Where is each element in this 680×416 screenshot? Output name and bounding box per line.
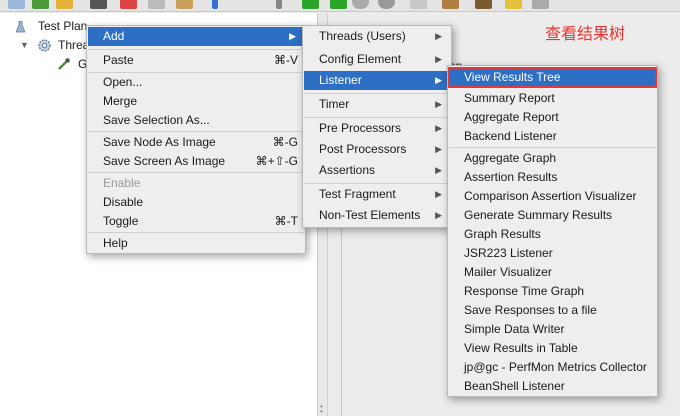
start-icon[interactable] [302, 0, 319, 9]
menu-item-backend-listener[interactable]: Backend Listener [449, 127, 656, 146]
menu-item-help[interactable]: Help [88, 234, 304, 253]
menu-item-simple-data-writer[interactable]: Simple Data Writer [449, 320, 656, 339]
toggle-icon[interactable] [276, 0, 282, 9]
menu-item-view-results-tree[interactable]: View Results Tree [448, 67, 657, 88]
clear-all-icon[interactable] [442, 0, 459, 9]
menu-item-beanshell-listener[interactable]: BeanShell Listener [449, 377, 656, 396]
menu-item-open[interactable]: Open... [88, 73, 304, 92]
menu-item-aggregate-report[interactable]: Aggregate Report [449, 108, 656, 127]
menu-separator [88, 232, 304, 233]
new-icon[interactable] [8, 0, 25, 9]
menu-item-save-responses[interactable]: Save Responses to a file [449, 301, 656, 320]
sampler-pipette-icon [57, 57, 71, 76]
submenu-arrow-icon: ▶ [435, 99, 442, 109]
toolbar [0, 0, 680, 12]
listener-submenu: View Results Tree Summary Report Aggrega… [447, 65, 658, 397]
menu-item-generate-summary-results[interactable]: Generate Summary Results [449, 206, 656, 225]
tree-node-label: Threa [58, 38, 90, 52]
splitter-grip-icon: • • [320, 402, 323, 416]
menu-item-graph-results[interactable]: Graph Results [449, 225, 656, 244]
paste-icon[interactable] [176, 0, 193, 9]
menu-item-aggregate-graph[interactable]: Aggregate Graph [449, 149, 656, 168]
menu-separator [304, 93, 450, 94]
menu-separator [88, 172, 304, 173]
templates-icon[interactable] [32, 0, 49, 9]
open-icon[interactable] [56, 0, 73, 9]
menu-item-post-processors[interactable]: Post Processors ▶ [304, 140, 450, 159]
save-icon[interactable] [90, 0, 107, 9]
submenu-arrow-icon: ▶ [435, 31, 442, 41]
submenu-arrow-icon: ▶ [435, 75, 442, 85]
menu-item-enable: Enable [103, 176, 141, 190]
cut-icon[interactable] [120, 0, 137, 9]
search-icon[interactable] [475, 0, 492, 9]
menu-item-perfmon-collector[interactable]: jp@gc - PerfMon Metrics Collector [449, 358, 656, 377]
submenu-arrow-icon: ▶ [435, 165, 442, 175]
expand-icon[interactable] [212, 0, 218, 9]
menu-item-assertion-results[interactable]: Assertion Results [449, 168, 656, 187]
stop-icon[interactable] [352, 0, 369, 9]
start-no-pause-icon[interactable] [330, 0, 347, 9]
menu-item-timer[interactable]: Timer ▶ [304, 95, 450, 114]
submenu-arrow-icon: ▶ [435, 54, 442, 64]
submenu-arrow-icon: ▶ [435, 144, 442, 154]
shutdown-icon[interactable] [378, 0, 395, 9]
menu-item-response-time-graph[interactable]: Response Time Graph [449, 282, 656, 301]
menu-separator [304, 183, 450, 184]
menu-item-save-node-image[interactable]: Save Node As Image ⌘-G [88, 133, 304, 152]
menu-item-listener[interactable]: Listener ▶ [304, 71, 450, 90]
copy-icon[interactable] [148, 0, 165, 9]
submenu-arrow-icon: ▶ [435, 210, 442, 220]
tree-node-label: Test Plan [38, 19, 88, 33]
test-plan-icon [15, 20, 26, 33]
menu-item-add[interactable]: Add ▶ [88, 27, 304, 46]
menu-item-mailer-visualizer[interactable]: Mailer Visualizer [449, 263, 656, 282]
function-helper-icon[interactable] [532, 0, 549, 9]
menu-item-jsr223-listener[interactable]: JSR223 Listener [449, 244, 656, 263]
submenu-arrow-icon: ▶ [435, 189, 442, 199]
menu-item-comparison-assertion-visualizer[interactable]: Comparison Assertion Visualizer [449, 187, 656, 206]
menu-separator [304, 117, 450, 118]
menu-item-assertions[interactable]: Assertions ▶ [304, 161, 450, 180]
annotation-label: 查看结果树 [545, 24, 626, 43]
menu-item-non-test-elements[interactable]: Non-Test Elements ▶ [304, 206, 450, 225]
menu-item-merge[interactable]: Merge [88, 92, 304, 111]
context-menu: Add ▶ Paste ⌘-V Open... Merge Save Selec… [86, 25, 306, 254]
expand-triangle-icon[interactable]: ▼ [20, 36, 29, 54]
menu-item-toggle[interactable]: Toggle ⌘-T [88, 212, 304, 231]
menu-item-disable[interactable]: Disable [88, 193, 304, 212]
clear-icon[interactable] [410, 0, 427, 9]
menu-separator [449, 147, 656, 148]
reset-search-icon[interactable] [505, 0, 522, 9]
menu-item-test-fragment[interactable]: Test Fragment ▶ [304, 185, 450, 204]
menu-item-pre-processors[interactable]: Pre Processors ▶ [304, 119, 450, 138]
menu-item-view-results-table[interactable]: View Results in Table [449, 339, 656, 358]
menu-item-paste[interactable]: Paste ⌘-V [88, 51, 304, 70]
add-submenu: Threads (Users) ▶ Config Element ▶ Liste… [302, 25, 452, 228]
menu-item-save-selection[interactable]: Save Selection As... [88, 111, 304, 130]
menu-item-threads[interactable]: Threads (Users) ▶ [304, 27, 450, 46]
menu-separator [88, 49, 304, 50]
menu-item-save-screen-image[interactable]: Save Screen As Image ⌘+⇧-G [88, 152, 304, 171]
menu-separator [88, 131, 304, 132]
submenu-arrow-icon: ▶ [289, 31, 296, 41]
menu-item-config-element[interactable]: Config Element ▶ [304, 50, 450, 69]
menu-item-summary-report[interactable]: Summary Report [449, 89, 656, 108]
submenu-arrow-icon: ▶ [435, 123, 442, 133]
